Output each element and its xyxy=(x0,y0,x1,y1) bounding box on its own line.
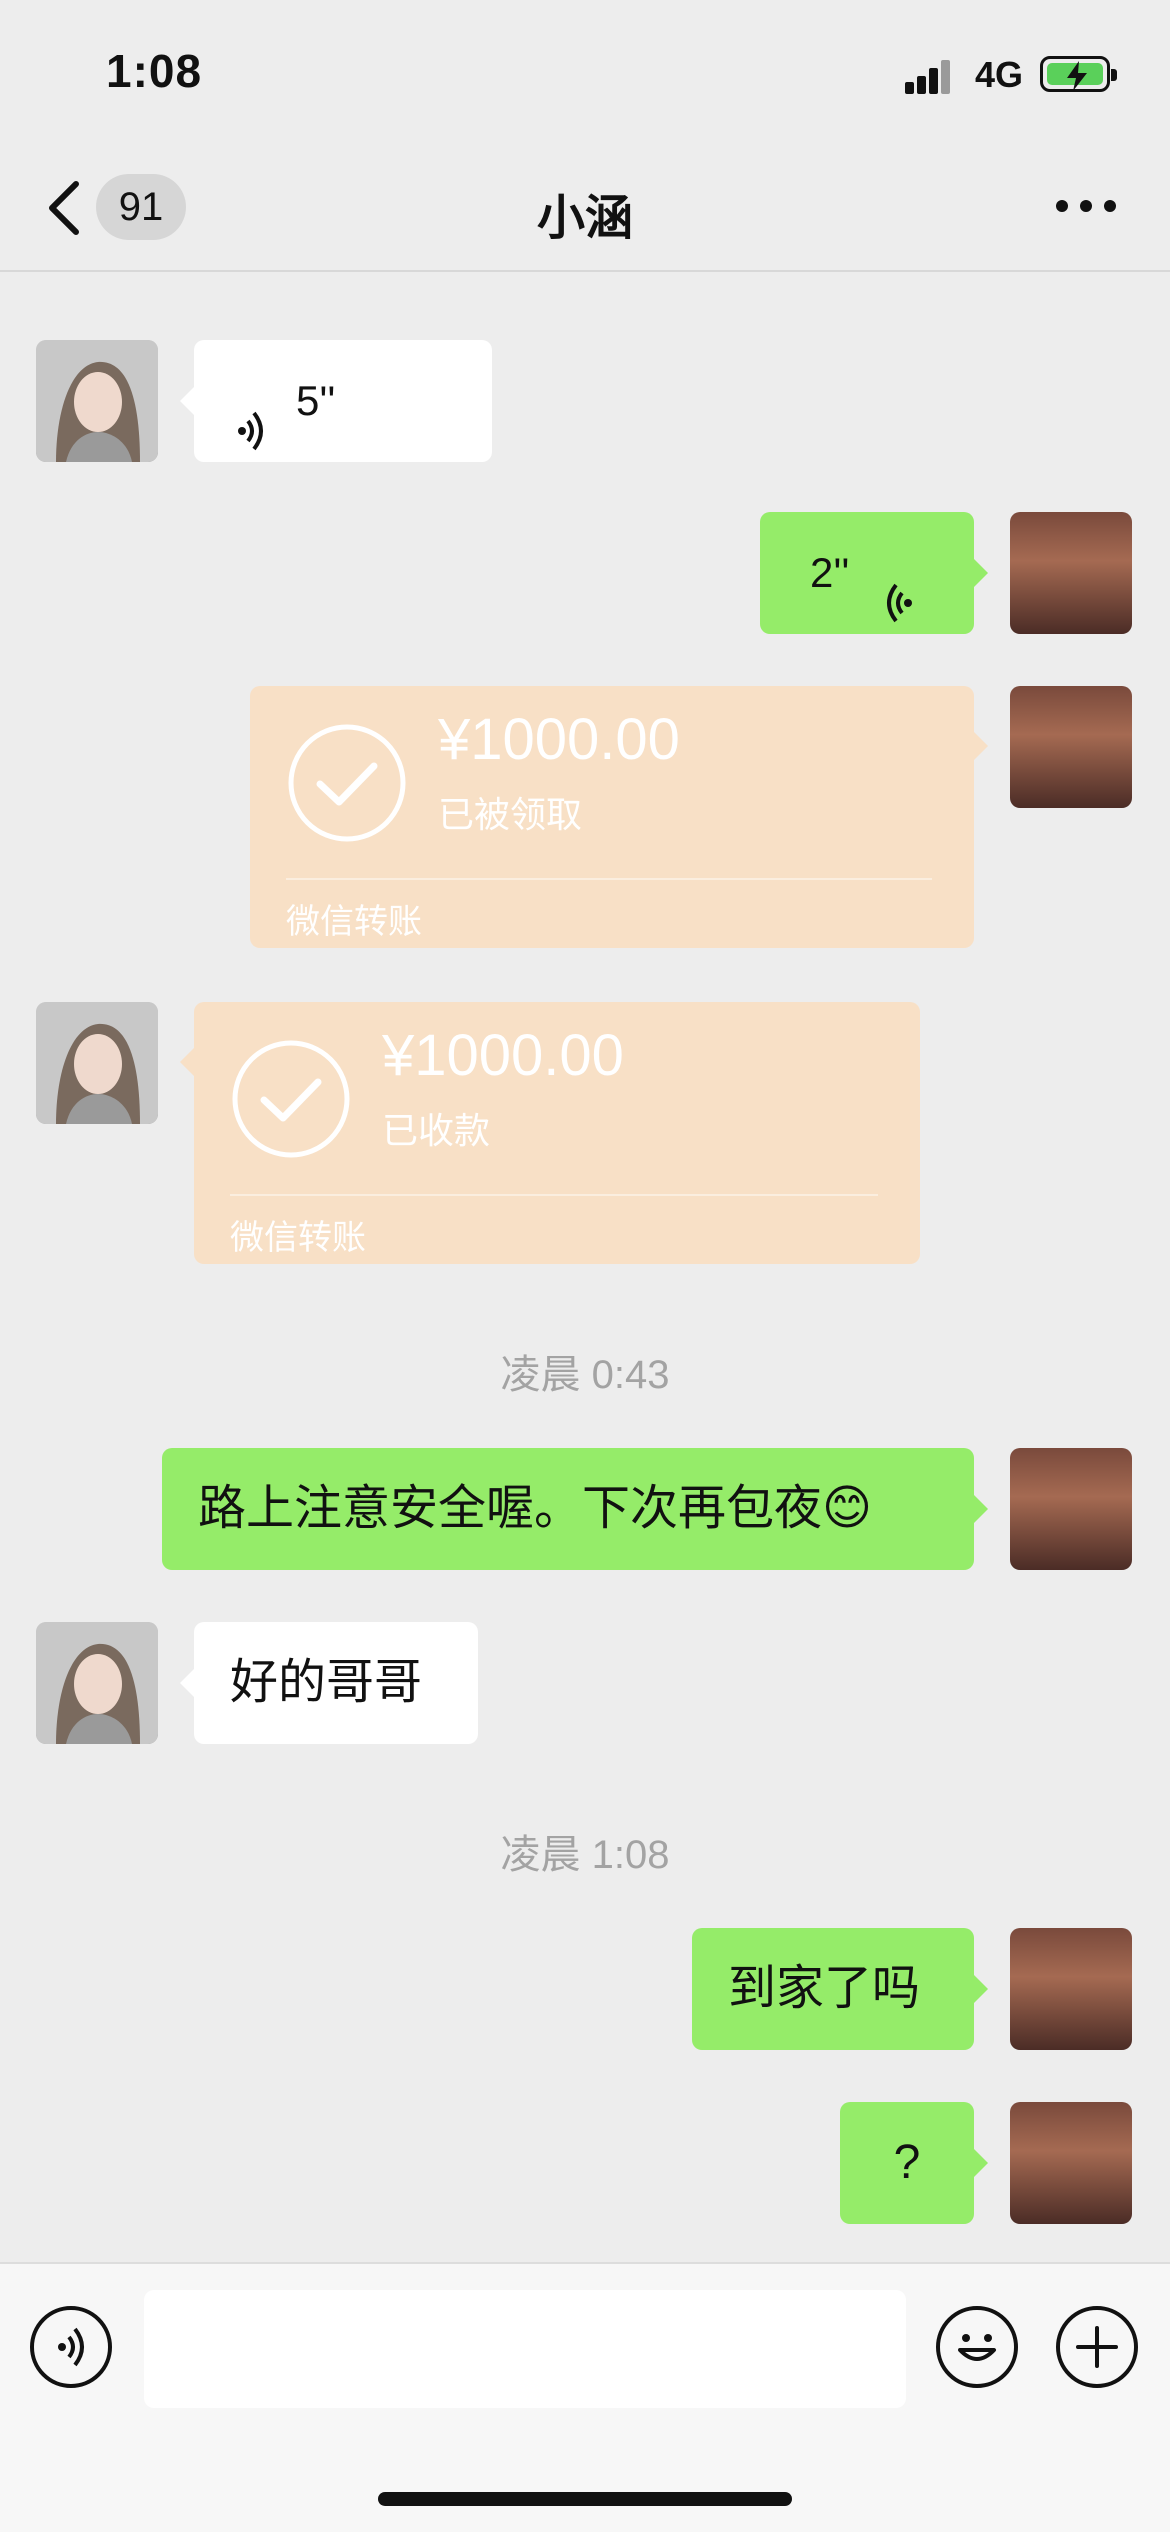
text-message-outgoing[interactable]: 到家了吗 xyxy=(692,1928,988,2050)
transfer-label: 微信转账 xyxy=(286,903,422,941)
voice-duration: 2'' xyxy=(810,549,850,596)
divider xyxy=(230,1194,878,1196)
my-avatar[interactable] xyxy=(1010,512,1132,634)
transfer-amount: ¥1000.00 xyxy=(382,1023,624,1088)
transfer-amount: ¥1000.00 xyxy=(438,707,680,772)
text-message-incoming[interactable]: 好的哥哥 xyxy=(180,1622,478,1744)
battery-charging-icon xyxy=(1040,56,1117,92)
voice-wave-icon xyxy=(884,550,914,672)
signal-icon xyxy=(905,56,960,94)
my-avatar[interactable] xyxy=(1010,2102,1132,2224)
time-separator: 凌晨 1:08 xyxy=(500,1833,670,1877)
divider xyxy=(286,878,932,880)
voice-wave-icon xyxy=(236,378,266,500)
transfer-card-incoming[interactable]: ¥1000.00 已收款 微信转账 xyxy=(180,1002,920,1264)
time-separator: 凌晨 0:43 xyxy=(500,1353,670,1397)
my-avatar[interactable] xyxy=(1010,1448,1132,1570)
status-time: 1:08 xyxy=(106,45,203,97)
home-indicator[interactable] xyxy=(378,2492,792,2506)
transfer-status: 已被领取 xyxy=(438,794,583,835)
voice-input-icon[interactable] xyxy=(30,2306,112,2388)
contact-avatar[interactable] xyxy=(36,1622,158,1744)
text-message-outgoing[interactable]: 路上注意安全喔。下次再包夜😊 xyxy=(162,1448,988,1570)
transfer-status: 已收款 xyxy=(382,1110,491,1151)
ellipsis-icon[interactable] xyxy=(1056,200,1116,214)
contact-avatar[interactable] xyxy=(36,340,158,462)
check-circle-icon xyxy=(286,722,408,844)
transfer-card-outgoing[interactable]: ¥1000.00 已被领取 微信转账 xyxy=(250,686,988,948)
transfer-label: 微信转账 xyxy=(230,1219,366,1257)
plus-circle-icon[interactable] xyxy=(1056,2306,1138,2388)
my-avatar[interactable] xyxy=(1010,1928,1132,2050)
text-message-outgoing[interactable]: ? xyxy=(840,2102,988,2224)
voice-message-outgoing[interactable]: 2'' xyxy=(760,512,988,634)
voice-message-incoming[interactable]: 5'' xyxy=(180,340,492,462)
chat-title: 小涵 xyxy=(536,192,633,245)
check-circle-icon xyxy=(230,1038,352,1160)
emoji-icon[interactable] xyxy=(936,2306,1018,2388)
my-avatar[interactable] xyxy=(1010,686,1132,808)
message-input[interactable] xyxy=(144,2290,906,2408)
contact-avatar[interactable] xyxy=(36,1002,158,1124)
voice-duration: 5'' xyxy=(296,377,336,424)
network-type: 4G xyxy=(975,54,1024,95)
